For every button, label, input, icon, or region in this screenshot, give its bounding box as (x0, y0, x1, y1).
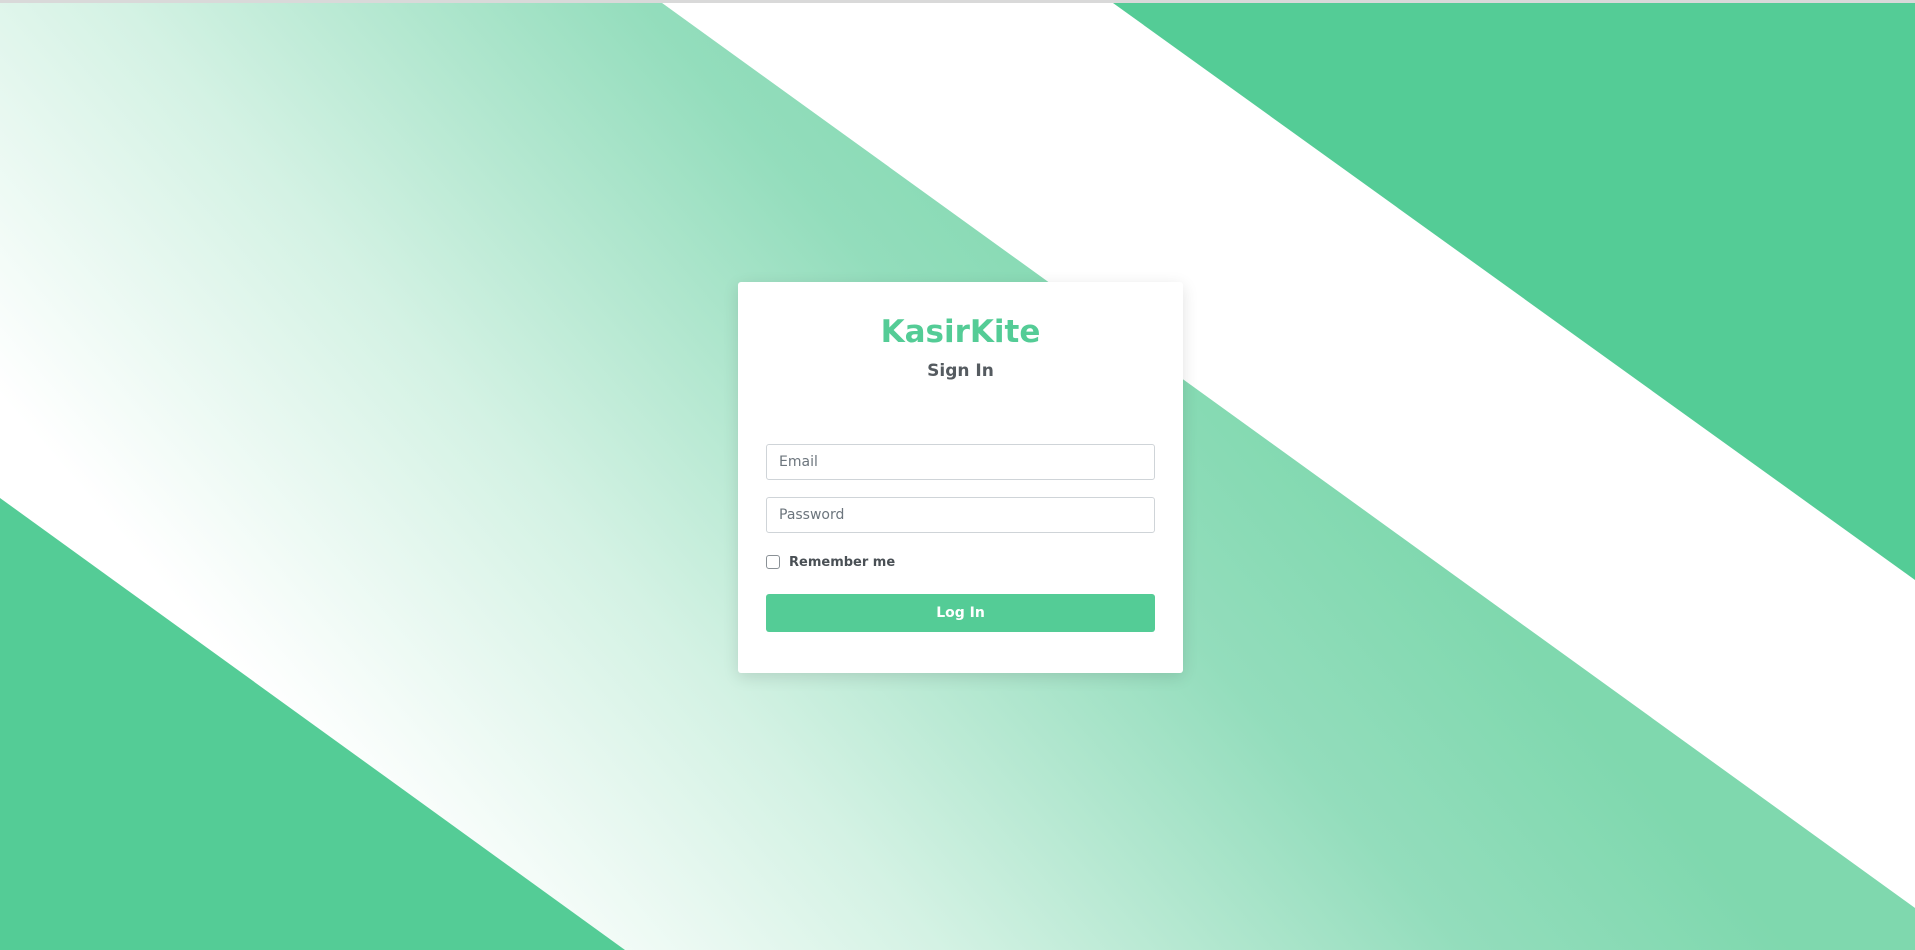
login-button[interactable]: Log In (766, 594, 1155, 632)
remember-me-checkbox[interactable] (766, 555, 780, 569)
email-field[interactable] (766, 444, 1155, 480)
page-title: Sign In (927, 361, 994, 381)
remember-me-label: Remember me (789, 554, 896, 570)
password-field[interactable] (766, 497, 1155, 533)
login-card: KasirKite Sign In Remember me Log In (738, 282, 1183, 673)
top-border (0, 0, 1915, 3)
brand-logo: KasirKite (880, 314, 1041, 350)
remember-me[interactable]: Remember me (766, 551, 895, 573)
